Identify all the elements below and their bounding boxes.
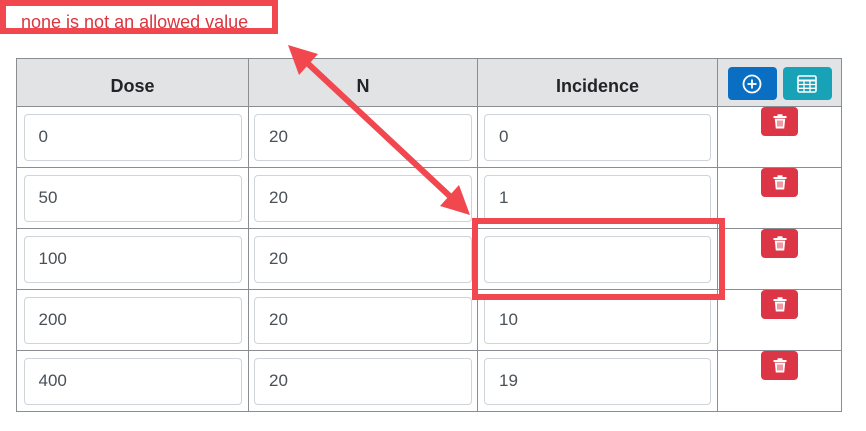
delete-row-button[interactable]	[761, 107, 798, 136]
table-cell-actions	[717, 106, 842, 168]
dose-input[interactable]	[23, 296, 242, 344]
dose-response-table: Dose N Incidence	[16, 58, 842, 412]
error-message: none is not an allowed value	[21, 12, 249, 32]
trash-icon	[773, 358, 786, 373]
table-cell-dose	[16, 106, 249, 168]
delete-row-button[interactable]	[761, 290, 798, 319]
trash-icon	[773, 236, 786, 251]
table-cell-dose	[16, 350, 249, 412]
n-input[interactable]	[254, 296, 472, 344]
delete-row-button[interactable]	[761, 229, 798, 258]
incidence-input[interactable]	[484, 174, 711, 222]
n-input[interactable]	[254, 174, 472, 222]
table-row	[16, 228, 842, 290]
table-cell-actions	[717, 350, 842, 412]
dose-input[interactable]	[23, 357, 242, 405]
dose-input[interactable]	[23, 174, 242, 222]
plus-circle-icon	[742, 74, 762, 93]
trash-icon	[773, 114, 786, 129]
table-cell-n	[248, 350, 478, 412]
incidence-input[interactable]	[484, 357, 711, 405]
incidence-input[interactable]	[484, 235, 711, 283]
table-cell-incidence	[477, 350, 718, 412]
n-input[interactable]	[254, 235, 472, 283]
table-cell-n	[248, 228, 478, 290]
table-cell-dose	[16, 228, 249, 290]
header-actions	[717, 58, 842, 107]
table-row	[16, 167, 842, 229]
table-row	[16, 350, 842, 412]
table-cell-actions	[717, 167, 842, 229]
delete-row-button[interactable]	[761, 351, 798, 380]
trash-icon	[773, 175, 786, 190]
header-n: N	[248, 58, 478, 107]
header-dose: Dose	[16, 58, 249, 107]
incidence-input[interactable]	[484, 113, 711, 161]
add-row-button[interactable]	[727, 67, 777, 100]
n-input[interactable]	[254, 357, 472, 405]
trash-icon	[773, 297, 786, 312]
table-header-row: Dose N Incidence	[16, 58, 842, 107]
table-cell-n	[248, 167, 478, 229]
import-table-button[interactable]	[782, 67, 832, 100]
table-cell-dose	[16, 167, 249, 229]
dose-input[interactable]	[23, 235, 242, 283]
table-row	[16, 106, 842, 168]
n-input[interactable]	[254, 113, 472, 161]
table-cell-n	[248, 106, 478, 168]
incidence-input[interactable]	[484, 296, 711, 344]
table-cell-incidence	[477, 289, 718, 351]
table-cell-actions	[717, 289, 842, 351]
table-cell-incidence	[477, 228, 718, 290]
dose-input[interactable]	[23, 113, 242, 161]
error-message-box: none is not an allowed value	[0, 0, 278, 34]
table-cell-incidence	[477, 106, 718, 168]
table-cell-actions	[717, 228, 842, 290]
table-cell-dose	[16, 289, 249, 351]
table-icon	[797, 74, 817, 93]
table-row	[16, 289, 842, 351]
table-cell-incidence	[477, 167, 718, 229]
table-cell-n	[248, 289, 478, 351]
delete-row-button[interactable]	[761, 168, 798, 197]
header-incidence: Incidence	[477, 58, 718, 107]
